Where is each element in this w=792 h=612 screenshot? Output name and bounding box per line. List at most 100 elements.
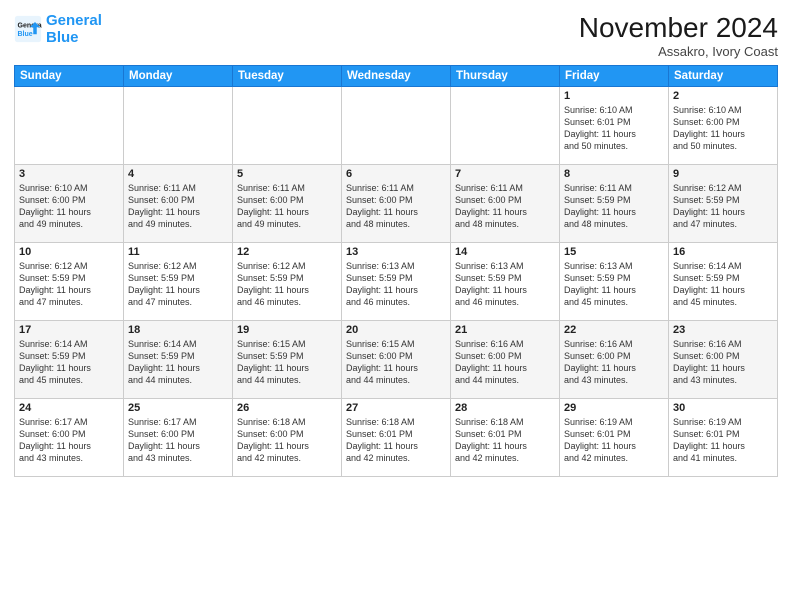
day-number: 1 [564,90,664,102]
day-info: Sunrise: 6:10 AM Sunset: 6:00 PM Dayligh… [19,182,119,231]
calendar-cell: 12Sunrise: 6:12 AM Sunset: 5:59 PM Dayli… [233,243,342,321]
day-number: 16 [673,246,773,258]
calendar-cell: 18 Sunrise: 6:14 AM Sunset: 5:59 PM Dayli… [124,321,233,399]
calendar-cell [233,87,342,165]
day-info: Sunrise: 6:17 AM Sunset: 6:00 PM Dayligh… [128,416,228,465]
day-number: 6 [346,168,446,180]
calendar-cell: 7 Sunrise: 6:11 AM Sunset: 6:00 PM Daylig… [451,165,560,243]
calendar-cell: 21 Sunrise: 6:16 AM Sunset: 6:00 PM Dayli… [451,321,560,399]
col-thursday: Thursday [451,66,560,87]
day-number: 15 [564,246,664,258]
day-info: Sunrise: 6:16 AM Sunset: 6:00 PM Dayligh… [673,338,773,387]
day-number: 7 [455,168,555,180]
day-number: 20 [346,324,446,336]
day-info: Sunrise: 6:12 AM Sunset: 5:59 PM Dayligh… [237,260,337,309]
day-info: Sunrise: 6:13 AM Sunset: 5:59 PM Dayligh… [564,260,664,309]
calendar-cell: 15 Sunrise: 6:13 AM Sunset: 5:59 PM Dayli… [560,243,669,321]
calendar-cell [124,87,233,165]
week-row-2: 10 Sunrise: 6:12 AM Sunset: 5:59 PM Dayli… [15,243,778,321]
day-number: 24 [19,402,119,414]
col-wednesday: Wednesday [342,66,451,87]
calendar-cell: 19 Sunrise: 6:15 AM Sunset: 5:59 PM Dayli… [233,321,342,399]
day-number: 17 [19,324,119,336]
location: Assakro, Ivory Coast [579,44,778,59]
day-info: Sunrise: 6:10 AM Sunset: 6:01 PM Dayligh… [564,104,664,153]
calendar-cell [342,87,451,165]
day-number: 10 [19,246,119,258]
day-info: Sunrise: 6:14 AM Sunset: 5:59 PM Dayligh… [19,338,119,387]
calendar-cell: 20 Sunrise: 6:15 AM Sunset: 6:00 PM Dayli… [342,321,451,399]
month-title: November 2024 [579,12,778,44]
day-number: 19 [237,324,337,336]
day-number: 21 [455,324,555,336]
title-block: November 2024 Assakro, Ivory Coast [579,12,778,59]
col-tuesday: Tuesday [233,66,342,87]
calendar-cell: 16 Sunrise: 6:14 AM Sunset: 5:59 PM Dayli… [669,243,778,321]
calendar-cell: 1 Sunrise: 6:10 AM Sunset: 6:01 PM Daylig… [560,87,669,165]
calendar-cell [451,87,560,165]
day-number: 29 [564,402,664,414]
calendar-cell: 5Sunrise: 6:11 AM Sunset: 6:00 PM Daylig… [233,165,342,243]
calendar-cell [15,87,124,165]
day-number: 8 [564,168,664,180]
day-info: Sunrise: 6:18 AM Sunset: 6:01 PM Dayligh… [455,416,555,465]
calendar-cell: 3Sunrise: 6:10 AM Sunset: 6:00 PM Daylig… [15,165,124,243]
day-info: Sunrise: 6:12 AM Sunset: 5:59 PM Dayligh… [673,182,773,231]
day-info: Sunrise: 6:13 AM Sunset: 5:59 PM Dayligh… [455,260,555,309]
day-info: Sunrise: 6:11 AM Sunset: 6:00 PM Dayligh… [128,182,228,231]
day-info: Sunrise: 6:16 AM Sunset: 6:00 PM Dayligh… [455,338,555,387]
day-info: Sunrise: 6:15 AM Sunset: 6:00 PM Dayligh… [346,338,446,387]
calendar-cell: 27Sunrise: 6:18 AM Sunset: 6:01 PM Dayli… [342,399,451,477]
calendar-cell: 17 Sunrise: 6:14 AM Sunset: 5:59 PM Dayli… [15,321,124,399]
logo: General Blue GeneralBlue [14,12,102,47]
calendar-cell: 9 Sunrise: 6:12 AM Sunset: 5:59 PM Daylig… [669,165,778,243]
day-info: Sunrise: 6:14 AM Sunset: 5:59 PM Dayligh… [673,260,773,309]
day-info: Sunrise: 6:11 AM Sunset: 6:00 PM Dayligh… [237,182,337,231]
day-info: Sunrise: 6:16 AM Sunset: 6:00 PM Dayligh… [564,338,664,387]
day-info: Sunrise: 6:10 AM Sunset: 6:00 PM Dayligh… [673,104,773,153]
page: General Blue GeneralBlue November 2024 A… [0,0,792,612]
day-number: 30 [673,402,773,414]
calendar-cell: 28Sunrise: 6:18 AM Sunset: 6:01 PM Dayli… [451,399,560,477]
day-number: 14 [455,246,555,258]
day-number: 22 [564,324,664,336]
calendar-cell: 8 Sunrise: 6:11 AM Sunset: 5:59 PM Daylig… [560,165,669,243]
day-number: 2 [673,90,773,102]
col-monday: Monday [124,66,233,87]
day-number: 9 [673,168,773,180]
calendar-cell: 11 Sunrise: 6:12 AM Sunset: 5:59 PM Dayli… [124,243,233,321]
day-info: Sunrise: 6:15 AM Sunset: 5:59 PM Dayligh… [237,338,337,387]
day-number: 25 [128,402,228,414]
day-number: 4 [128,168,228,180]
header: General Blue GeneralBlue November 2024 A… [14,12,778,59]
calendar-cell: 22 Sunrise: 6:16 AM Sunset: 6:00 PM Dayli… [560,321,669,399]
calendar-cell: 14 Sunrise: 6:13 AM Sunset: 5:59 PM Dayli… [451,243,560,321]
svg-text:Blue: Blue [18,31,33,38]
calendar-cell: 4 Sunrise: 6:11 AM Sunset: 6:00 PM Daylig… [124,165,233,243]
day-info: Sunrise: 6:14 AM Sunset: 5:59 PM Dayligh… [128,338,228,387]
week-row-4: 24 Sunrise: 6:17 AM Sunset: 6:00 PM Dayli… [15,399,778,477]
day-number: 11 [128,246,228,258]
day-info: Sunrise: 6:13 AM Sunset: 5:59 PM Dayligh… [346,260,446,309]
calendar-cell: 10 Sunrise: 6:12 AM Sunset: 5:59 PM Dayli… [15,243,124,321]
logo-icon: General Blue [14,15,42,43]
day-number: 18 [128,324,228,336]
day-info: Sunrise: 6:11 AM Sunset: 5:59 PM Dayligh… [564,182,664,231]
day-info: Sunrise: 6:19 AM Sunset: 6:01 PM Dayligh… [673,416,773,465]
logo-text: GeneralBlue [46,12,102,47]
week-row-3: 17 Sunrise: 6:14 AM Sunset: 5:59 PM Dayli… [15,321,778,399]
day-info: Sunrise: 6:17 AM Sunset: 6:00 PM Dayligh… [19,416,119,465]
day-info: Sunrise: 6:11 AM Sunset: 6:00 PM Dayligh… [455,182,555,231]
calendar-cell: 13 Sunrise: 6:13 AM Sunset: 5:59 PM Dayli… [342,243,451,321]
calendar-cell: 30 Sunrise: 6:19 AM Sunset: 6:01 PM Dayli… [669,399,778,477]
calendar-cell: 25 Sunrise: 6:17 AM Sunset: 6:00 PM Dayli… [124,399,233,477]
day-info: Sunrise: 6:18 AM Sunset: 6:00 PM Dayligh… [237,416,337,465]
day-number: 27 [346,402,446,414]
day-number: 13 [346,246,446,258]
day-info: Sunrise: 6:12 AM Sunset: 5:59 PM Dayligh… [128,260,228,309]
col-saturday: Saturday [669,66,778,87]
day-info: Sunrise: 6:12 AM Sunset: 5:59 PM Dayligh… [19,260,119,309]
col-friday: Friday [560,66,669,87]
calendar-cell: 24 Sunrise: 6:17 AM Sunset: 6:00 PM Dayli… [15,399,124,477]
day-info: Sunrise: 6:19 AM Sunset: 6:01 PM Dayligh… [564,416,664,465]
